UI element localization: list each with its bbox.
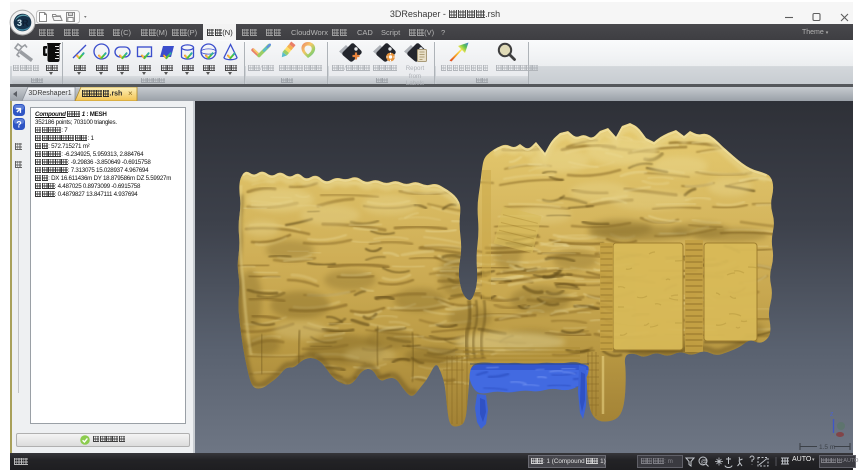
svg-text:?: ? — [16, 120, 22, 130]
svg-text:1.5 m: 1.5 m — [819, 444, 835, 451]
svg-text:@: @ — [701, 459, 708, 466]
svg-text:R: R — [22, 18, 29, 28]
